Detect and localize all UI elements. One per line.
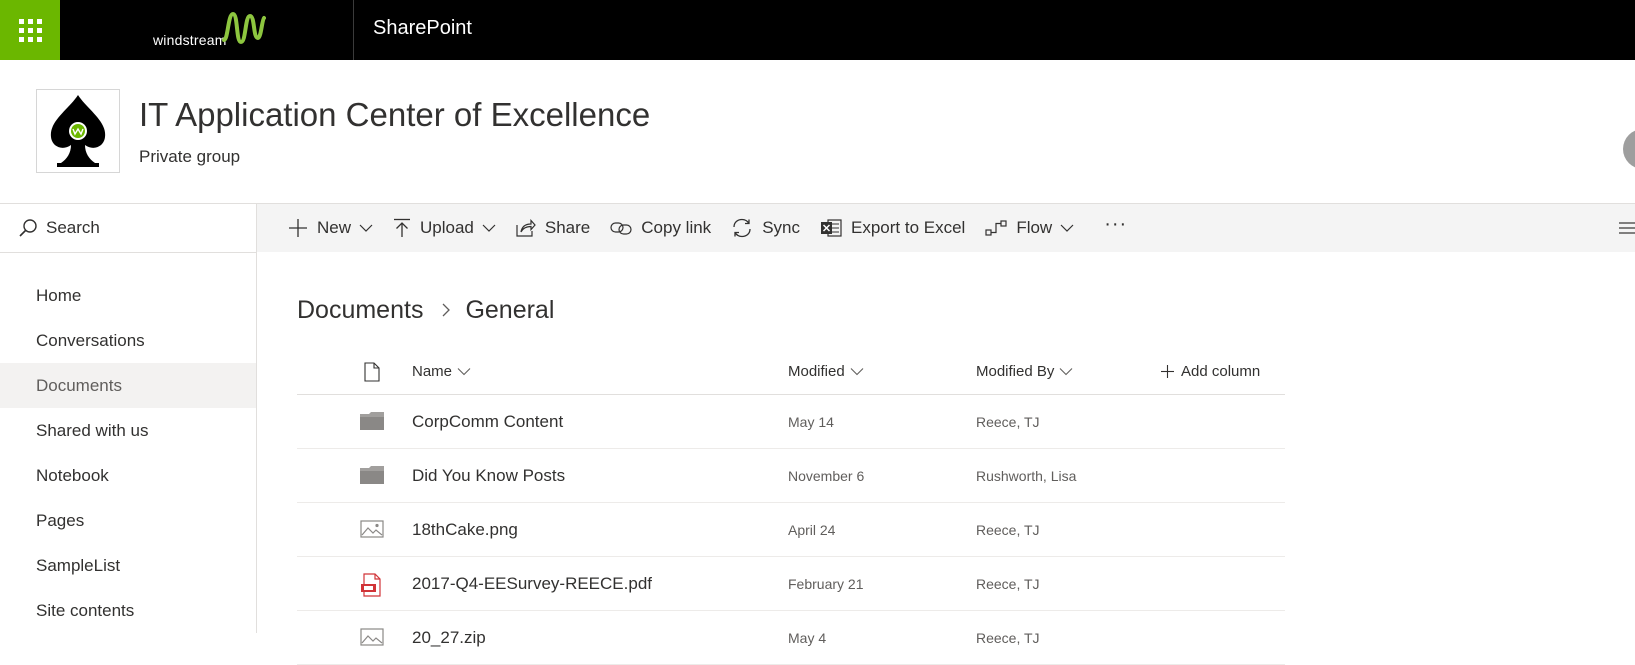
table-row[interactable]: Did You Know Posts November 6 Rushworth,… bbox=[297, 449, 1285, 503]
windstream-wave-icon bbox=[222, 11, 266, 45]
share-button[interactable]: Share bbox=[516, 204, 590, 252]
modified-column-label: Modified bbox=[788, 363, 845, 380]
folder-icon bbox=[360, 465, 384, 490]
new-button[interactable]: New bbox=[288, 204, 373, 252]
file-type-header[interactable] bbox=[364, 362, 380, 382]
file-name[interactable]: 18thCake.png bbox=[412, 520, 518, 540]
document-list: Name Modified Modified By Add column Cor… bbox=[297, 352, 1285, 665]
nav-item-home[interactable]: Home bbox=[0, 273, 256, 318]
file-name[interactable]: Did You Know Posts bbox=[412, 466, 565, 486]
search-icon bbox=[19, 219, 37, 237]
sync-button[interactable]: Sync bbox=[731, 204, 800, 252]
modified-column-header[interactable]: Modified bbox=[788, 363, 864, 380]
app-launcher-button[interactable] bbox=[0, 0, 60, 60]
table-row[interactable]: CorpComm Content May 14 Reece, TJ bbox=[297, 395, 1285, 449]
table-row[interactable]: 20_27.zip May 4 Reece, TJ bbox=[297, 611, 1285, 665]
document-icon bbox=[364, 362, 380, 382]
modified-date: May 4 bbox=[788, 630, 827, 646]
share-icon bbox=[516, 219, 536, 237]
search-label: Search bbox=[46, 218, 100, 237]
site-title[interactable]: IT Application Center of Excellence bbox=[139, 96, 650, 134]
upload-label: Upload bbox=[420, 218, 474, 237]
spade-logo-icon bbox=[50, 95, 106, 167]
nav-item-site-contents[interactable]: Site contents bbox=[0, 588, 256, 633]
link-icon bbox=[610, 221, 632, 235]
export-label: Export to Excel bbox=[850, 218, 966, 237]
modified-date: April 24 bbox=[788, 522, 836, 538]
modified-by[interactable]: Reece, TJ bbox=[976, 630, 1040, 646]
name-column-header[interactable]: Name bbox=[412, 363, 471, 380]
search-box[interactable]: Search bbox=[0, 204, 256, 253]
more-options-button[interactable]: ··· bbox=[1104, 213, 1127, 244]
brand-text: windstream bbox=[153, 32, 227, 48]
chevron-down-icon bbox=[850, 368, 864, 376]
chevron-down-icon bbox=[482, 223, 496, 233]
command-bar: New Upload Share Copy link Sync Export t… bbox=[257, 204, 1635, 252]
left-navigation: Search Home Conversations Documents Shar… bbox=[0, 204, 257, 633]
sync-icon bbox=[731, 218, 753, 238]
table-row[interactable]: 18thCake.png April 24 Reece, TJ bbox=[297, 503, 1285, 557]
file-name[interactable]: CorpComm Content bbox=[412, 412, 563, 432]
table-row[interactable]: 2017-Q4-EESurvey-REECE.pdf February 21 R… bbox=[297, 557, 1285, 611]
nav-item-conversations[interactable]: Conversations bbox=[0, 318, 256, 363]
chevron-down-icon bbox=[1060, 223, 1074, 233]
nav-item-shared-with-us[interactable]: Shared with us bbox=[0, 408, 256, 453]
chevron-down-icon bbox=[359, 223, 373, 233]
plus-icon bbox=[1161, 365, 1174, 378]
add-column-button[interactable]: Add column bbox=[1161, 363, 1260, 380]
breadcrumb: Documents General bbox=[297, 294, 554, 326]
nav-item-samplelist[interactable]: SampleList bbox=[0, 543, 256, 588]
flow-button[interactable]: Flow bbox=[985, 204, 1074, 252]
waffle-icon bbox=[18, 18, 42, 42]
breadcrumb-general[interactable]: General bbox=[465, 296, 554, 325]
nav-list: Home Conversations Documents Shared with… bbox=[0, 273, 256, 633]
name-column-label: Name bbox=[412, 363, 453, 380]
share-label: Share bbox=[544, 218, 591, 237]
modified-date: February 21 bbox=[788, 576, 864, 592]
modified-date: November 6 bbox=[788, 468, 865, 484]
modified-by-column-label: Modified By bbox=[976, 363, 1055, 380]
excel-icon bbox=[820, 218, 842, 238]
nav-item-documents[interactable]: Documents bbox=[0, 363, 256, 408]
sync-label: Sync bbox=[762, 218, 800, 237]
copy-link-label: Copy link bbox=[641, 218, 712, 237]
modified-by[interactable]: Reece, TJ bbox=[976, 414, 1040, 430]
new-label: New bbox=[317, 218, 352, 237]
site-privacy-label: Private group bbox=[139, 147, 241, 166]
suite-divider bbox=[353, 0, 354, 60]
modified-date: May 14 bbox=[788, 414, 834, 430]
upload-icon bbox=[393, 218, 411, 238]
export-to-excel-button[interactable]: Export to Excel bbox=[820, 204, 965, 252]
breadcrumb-documents[interactable]: Documents bbox=[297, 296, 423, 325]
flow-label: Flow bbox=[1016, 218, 1053, 237]
app-name[interactable]: SharePoint bbox=[373, 17, 472, 40]
image-file-icon bbox=[360, 627, 384, 652]
chevron-down-icon bbox=[457, 368, 471, 376]
file-name[interactable]: 20_27.zip bbox=[412, 628, 486, 648]
folder-icon bbox=[360, 411, 384, 436]
modified-by-column-header[interactable]: Modified By bbox=[976, 363, 1073, 380]
site-logo[interactable] bbox=[36, 89, 120, 173]
nav-item-pages[interactable]: Pages bbox=[0, 498, 256, 543]
modified-by[interactable]: Reece, TJ bbox=[976, 522, 1040, 538]
chevron-right-icon bbox=[441, 302, 451, 318]
windstream-logo[interactable]: windstream bbox=[150, 8, 270, 52]
view-options-icon[interactable] bbox=[1619, 220, 1635, 241]
plus-icon bbox=[288, 218, 308, 238]
chevron-down-icon bbox=[1059, 368, 1073, 376]
upload-button[interactable]: Upload bbox=[393, 204, 496, 252]
modified-by[interactable]: Rushworth, Lisa bbox=[976, 468, 1076, 484]
modified-by[interactable]: Reece, TJ bbox=[976, 576, 1040, 592]
flow-icon bbox=[985, 219, 1007, 237]
copy-link-button[interactable]: Copy link bbox=[610, 204, 711, 252]
image-file-icon bbox=[360, 519, 384, 544]
site-header: IT Application Center of Excellence Priv… bbox=[0, 60, 1635, 204]
file-name[interactable]: 2017-Q4-EESurvey-REECE.pdf bbox=[412, 574, 652, 594]
add-column-label: Add column bbox=[1181, 363, 1261, 380]
avatar[interactable] bbox=[1623, 129, 1635, 169]
list-header: Name Modified Modified By Add column bbox=[297, 352, 1285, 395]
suite-bar: windstream SharePoint bbox=[0, 0, 1635, 60]
nav-item-notebook[interactable]: Notebook bbox=[0, 453, 256, 498]
pdf-file-icon bbox=[360, 573, 384, 602]
